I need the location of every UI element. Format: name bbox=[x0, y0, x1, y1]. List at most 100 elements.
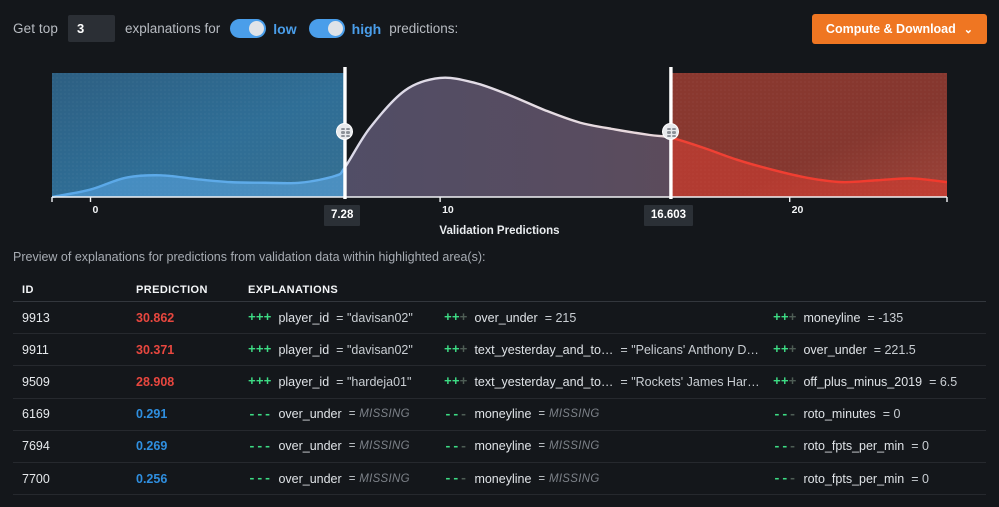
explanation-item: --- over_under = MISSING bbox=[248, 439, 444, 454]
explanation-feature: moneyline bbox=[474, 439, 532, 454]
compute-and-download-button[interactable]: Compute & Download ⌄ bbox=[811, 14, 987, 44]
cell-id: 7700 bbox=[22, 471, 50, 486]
table-row[interactable]: 7694 0.269 --- over_under = MISSING --- moneyl… bbox=[13, 431, 986, 463]
table-row[interactable]: 9911 30.371 +++ player_id = "davisan02" +++ te… bbox=[13, 334, 986, 367]
explanation-item: +++ text_yesterday_and_to… = "Rockets' Jam… bbox=[444, 374, 773, 389]
explanation-strength-icon: --- bbox=[248, 471, 272, 487]
table-header-row: ID PREDICTION EXPLANATIONS bbox=[13, 278, 986, 302]
x-tick-label: 10 bbox=[442, 204, 454, 216]
cell-explanations: --- over_under = MISSING --- moneyline = MISS… bbox=[248, 471, 986, 486]
cell-prediction: 30.371 bbox=[136, 342, 175, 357]
explanation-item: +++ player_id = "davisan02" bbox=[248, 310, 444, 325]
explanation-strength-icon: --- bbox=[773, 438, 797, 454]
explanation-feature: roto_fpts_per_min bbox=[803, 439, 905, 454]
explanation-strength-icon: +++ bbox=[444, 374, 468, 390]
explanation-item: +++ player_id = "davisan02" bbox=[248, 342, 444, 357]
top-n-input[interactable] bbox=[67, 15, 115, 42]
top-n-controls: Get top explanations for low high predic… bbox=[0, 15, 458, 42]
explanation-value: = MISSING bbox=[348, 440, 410, 453]
explanation-item: +++ over_under = 221.5 bbox=[773, 342, 986, 357]
explanation-feature: over_under bbox=[803, 342, 867, 357]
explanations-table: ID PREDICTION EXPLANATIONS 9913 30.862 +++… bbox=[13, 278, 986, 496]
chevron-down-icon: ⌄ bbox=[963, 23, 973, 36]
toggle-low-label: low bbox=[273, 20, 297, 37]
control-bar: Get top explanations for low high predic… bbox=[0, 0, 999, 57]
explanation-feature: player_id bbox=[278, 310, 330, 325]
explanation-feature: moneyline bbox=[474, 407, 532, 422]
toggle-high-label: high bbox=[351, 20, 382, 37]
explanation-feature: roto_fpts_per_min bbox=[803, 471, 905, 486]
explanation-strength-icon: --- bbox=[248, 438, 272, 454]
explanation-item: +++ over_under = 215 bbox=[444, 310, 773, 325]
explanations-for-label: explanations for bbox=[124, 21, 221, 36]
explanation-item: +++ text_yesterday_and_to… = "Pelicans' An… bbox=[444, 342, 773, 357]
explanation-feature: roto_minutes bbox=[803, 407, 876, 422]
explanation-strength-icon: --- bbox=[773, 406, 797, 422]
column-header-id: ID bbox=[22, 283, 34, 296]
cell-id: 9509 bbox=[22, 374, 50, 389]
explanation-value: = "davisan02" bbox=[336, 342, 413, 357]
preview-caption: Preview of explanations for predictions … bbox=[13, 250, 486, 264]
explanation-strength-icon: +++ bbox=[444, 342, 468, 358]
low-threshold-value: 7.28 bbox=[323, 205, 361, 226]
table-row[interactable]: 7700 0.256 --- over_under = MISSING --- moneyl… bbox=[13, 463, 986, 496]
explanation-value: = MISSING bbox=[348, 472, 410, 485]
explanation-feature: moneyline bbox=[474, 471, 532, 486]
cell-explanations: +++ player_id = "hardeja01" +++ text_yesterd… bbox=[248, 374, 986, 389]
explanation-item: --- over_under = MISSING bbox=[248, 407, 444, 422]
cell-explanations: +++ player_id = "davisan02" +++ text_yesterd… bbox=[248, 342, 986, 357]
validation-predictions-chart[interactable]: 0 10 20 7.28 16.603 Validation Predictions bbox=[0, 57, 999, 247]
cell-explanations: --- over_under = MISSING --- moneyline = MISS… bbox=[248, 407, 986, 422]
explanation-value: = MISSING bbox=[538, 408, 600, 421]
explanation-value: = 0 bbox=[882, 407, 901, 422]
app-root: Get top explanations for low high predic… bbox=[0, 0, 999, 507]
explanation-value: = "Rockets' James Har… bbox=[620, 374, 760, 389]
explanation-item: --- roto_minutes = 0 bbox=[773, 407, 986, 422]
distribution-plot bbox=[51, 67, 948, 202]
table-row[interactable]: 9913 30.862 +++ player_id = "davisan02" +++ ov… bbox=[13, 302, 986, 335]
explanation-strength-icon: +++ bbox=[444, 310, 468, 326]
explanation-strength-icon: +++ bbox=[773, 342, 797, 358]
predictions-label: predictions: bbox=[389, 21, 459, 36]
explanation-strength-icon: +++ bbox=[248, 342, 272, 358]
column-header-prediction: PREDICTION bbox=[136, 283, 208, 296]
explanation-feature: off_plus_minus_2019 bbox=[803, 374, 923, 389]
explanation-value: = "hardeja01" bbox=[336, 374, 412, 389]
cell-prediction: 30.862 bbox=[136, 310, 175, 325]
table-row[interactable]: 9509 28.908 +++ player_id = "hardeja01" +++ te… bbox=[13, 366, 986, 399]
cell-explanations: +++ player_id = "davisan02" +++ over_under = … bbox=[248, 310, 986, 325]
table-row[interactable]: 6169 0.291 --- over_under = MISSING --- moneyl… bbox=[13, 399, 986, 431]
explanation-feature: text_yesterday_and_to… bbox=[474, 374, 614, 389]
cell-prediction: 28.908 bbox=[136, 374, 175, 389]
explanation-strength-icon: --- bbox=[773, 471, 797, 487]
column-header-explanations: EXPLANATIONS bbox=[248, 283, 339, 296]
explanation-value: = -135 bbox=[867, 310, 904, 325]
explanation-strength-icon: +++ bbox=[773, 310, 797, 326]
get-top-label: Get top bbox=[13, 21, 58, 36]
explanation-item: +++ moneyline = -135 bbox=[773, 310, 986, 325]
explanation-strength-icon: --- bbox=[444, 471, 468, 487]
explanation-strength-icon: --- bbox=[444, 438, 468, 454]
explanation-value: = 221.5 bbox=[873, 342, 916, 357]
cell-prediction: 0.256 bbox=[136, 471, 168, 486]
explanation-item: --- roto_fpts_per_min = 0 bbox=[773, 439, 986, 454]
explanation-strength-icon: +++ bbox=[248, 310, 272, 326]
explanation-item: --- moneyline = MISSING bbox=[444, 407, 773, 422]
explanation-value: = 6.5 bbox=[929, 374, 958, 389]
explanation-value: = "Pelicans' Anthony D… bbox=[620, 342, 759, 357]
cell-prediction: 0.291 bbox=[136, 407, 168, 422]
compute-and-download-label: Compute & Download bbox=[825, 22, 956, 36]
explanation-value: = MISSING bbox=[538, 440, 600, 453]
grip-dots-icon bbox=[341, 128, 351, 137]
explanation-value: = 0 bbox=[911, 439, 929, 454]
cell-id: 9913 bbox=[22, 310, 50, 325]
explanation-strength-icon: +++ bbox=[248, 374, 272, 390]
toggle-high[interactable] bbox=[308, 19, 345, 38]
table-body: 9913 30.862 +++ player_id = "davisan02" +++ ov… bbox=[13, 302, 986, 496]
explanation-feature: over_under bbox=[278, 407, 342, 422]
explanation-item: +++ off_plus_minus_2019 = 6.5 bbox=[773, 374, 986, 389]
toggle-low[interactable] bbox=[230, 19, 267, 38]
explanation-feature: player_id bbox=[278, 374, 330, 389]
explanation-feature: player_id bbox=[278, 342, 330, 357]
high-threshold-value: 16.603 bbox=[643, 205, 694, 226]
